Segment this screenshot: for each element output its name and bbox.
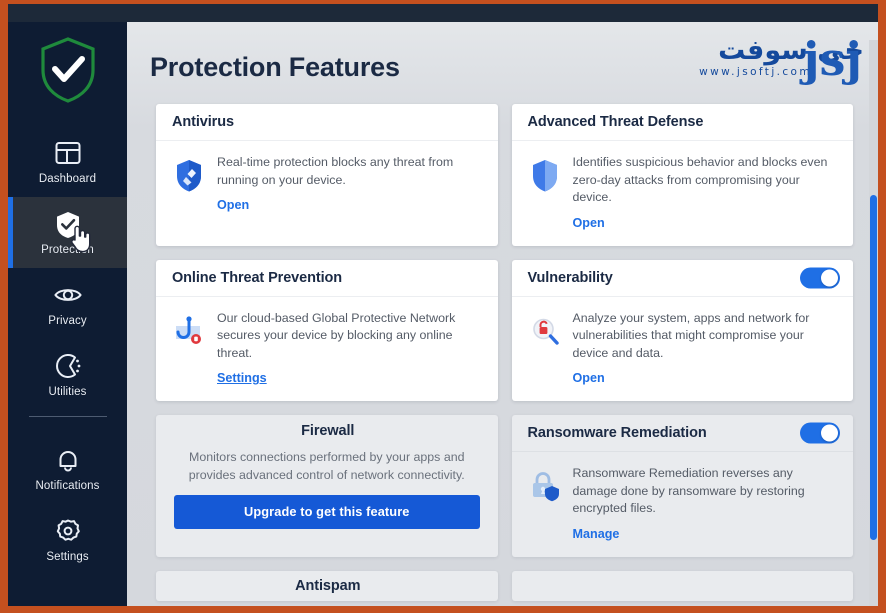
card-link-open[interactable]: Open bbox=[217, 198, 249, 212]
scrollbar-thumb[interactable] bbox=[870, 195, 877, 540]
eye-icon bbox=[53, 280, 83, 310]
card-antispam[interactable]: Antispam bbox=[156, 570, 498, 601]
brand-url: www.jsoftj.com bbox=[699, 66, 812, 78]
sidebar-item-settings[interactable]: Settings bbox=[8, 504, 127, 575]
card-link-settings[interactable]: Settings bbox=[217, 371, 267, 385]
main-content: Protection Features jsj جی سوفت www.jsof… bbox=[127, 22, 878, 606]
card-header: Firewall bbox=[156, 415, 498, 447]
card-text: Identifies suspicious behavior and block… bbox=[573, 154, 840, 232]
application-window: Dashboard Protection Privacy Utilities N… bbox=[8, 4, 878, 606]
shield-brush-icon bbox=[172, 156, 206, 196]
card-body: Ransomware Remediation reverses any dama… bbox=[512, 452, 854, 557]
card-row: Firewall Monitors connections performed … bbox=[156, 415, 853, 557]
card-description: Analyze your system, apps and network fo… bbox=[572, 310, 810, 360]
card-header: Vulnerability bbox=[511, 260, 853, 297]
card-title: Vulnerability bbox=[527, 269, 613, 286]
jsj-logo-mark: jsj bbox=[802, 32, 862, 86]
upgrade-button[interactable]: Upgrade to get this feature bbox=[174, 495, 480, 529]
card-description: Ransomware Remediation reverses any dama… bbox=[572, 466, 805, 515]
page-header: Protection Features jsj جی سوفت www.jsof… bbox=[127, 22, 878, 104]
page-title: Protection Features bbox=[150, 52, 400, 82]
card-text: Analyze your system, apps and network fo… bbox=[573, 310, 840, 388]
card-advanced-threat-defense[interactable]: Advanced Threat Defense Identifies suspi… bbox=[511, 104, 854, 246]
card-ransomware-remediation[interactable]: Ransomware Remediation Ransomware Remedi… bbox=[511, 415, 854, 557]
sidebar-item-label: Notifications bbox=[35, 480, 100, 492]
card-description: Monitors connections performed by your a… bbox=[188, 450, 465, 482]
card-row: Antivirus Real-time protection blocks an… bbox=[156, 104, 853, 246]
card-header: Ransomware Remediation bbox=[511, 415, 853, 452]
shield-icon bbox=[528, 156, 562, 196]
card-firewall[interactable]: Firewall Monitors connections performed … bbox=[156, 415, 498, 557]
sidebar-item-notifications[interactable]: Notifications bbox=[8, 433, 127, 504]
brand-watermark: jsj جی سوفت www.jsoftj.com bbox=[620, 34, 864, 96]
sidebar-item-protection[interactable]: Protection bbox=[8, 197, 127, 268]
card-description: Our cloud-based Global Protective Networ… bbox=[217, 310, 456, 360]
card-body: Analyze your system, apps and network fo… bbox=[512, 297, 854, 402]
fishing-hook-icon bbox=[172, 312, 206, 352]
card-row: Antispam bbox=[156, 570, 853, 601]
card-link-open[interactable]: Open bbox=[573, 371, 605, 385]
sidebar-item-label: Privacy bbox=[48, 315, 87, 327]
card-text: Real-time protection blocks any threat f… bbox=[217, 154, 484, 214]
vulnerability-toggle[interactable] bbox=[800, 267, 840, 288]
card-description: Real-time protection blocks any threat f… bbox=[217, 155, 454, 187]
card-header: Antivirus bbox=[156, 104, 498, 141]
sidebar-item-label: Dashboard bbox=[38, 173, 97, 185]
card-link-manage[interactable]: Manage bbox=[573, 527, 620, 541]
gear-icon bbox=[53, 516, 83, 546]
sidebar-item-privacy[interactable]: Privacy bbox=[8, 268, 127, 339]
card-description: Identifies suspicious behavior and block… bbox=[572, 155, 828, 204]
sidebar-item-utilities[interactable]: Utilities bbox=[8, 339, 127, 410]
card-title: Advanced Threat Defense bbox=[527, 114, 704, 130]
card-body: Identifies suspicious behavior and block… bbox=[512, 141, 854, 246]
card-body: Real-time protection blocks any threat f… bbox=[156, 141, 498, 228]
feature-card-grid: Antivirus Real-time protection blocks an… bbox=[127, 104, 878, 606]
sidebar-item-label: Protection bbox=[41, 244, 94, 256]
utilities-icon bbox=[53, 351, 83, 381]
card-body: Monitors connections performed by your a… bbox=[156, 447, 498, 544]
ransomware-toggle[interactable] bbox=[800, 422, 840, 444]
card-placeholder bbox=[511, 570, 853, 601]
dashboard-icon bbox=[53, 138, 83, 168]
card-title: Ransomware Remediation bbox=[527, 425, 707, 441]
card-title: Online Threat Prevention bbox=[172, 269, 343, 286]
sidebar-item-label: Settings bbox=[46, 551, 89, 563]
sidebar-divider bbox=[28, 416, 107, 417]
window-frame: Dashboard Protection Privacy Utilities N… bbox=[0, 0, 886, 613]
card-text: Ransomware Remediation reverses any dama… bbox=[573, 465, 840, 543]
bell-icon bbox=[53, 445, 83, 475]
card-header: Online Threat Prevention bbox=[156, 260, 498, 297]
card-text: Our cloud-based Global Protective Networ… bbox=[217, 310, 484, 388]
card-title: Antivirus bbox=[172, 114, 234, 130]
card-header: Antispam bbox=[156, 571, 498, 601]
card-header: Advanced Threat Defense bbox=[511, 104, 853, 141]
toggle-knob bbox=[821, 424, 838, 442]
padlock-shield-icon bbox=[528, 467, 562, 507]
toggle-knob bbox=[821, 269, 838, 286]
sidebar-item-dashboard[interactable]: Dashboard bbox=[8, 126, 127, 197]
title-bar bbox=[8, 4, 878, 22]
card-row: Online Threat Prevention Our cloud-based… bbox=[156, 259, 854, 402]
card-body: Our cloud-based Global Protective Networ… bbox=[156, 297, 498, 402]
card-link-open[interactable]: Open bbox=[573, 216, 605, 230]
card-title: Antispam bbox=[295, 577, 361, 594]
card-vulnerability[interactable]: Vulnerability Analyze your system, apps … bbox=[511, 259, 854, 402]
card-antivirus[interactable]: Antivirus Real-time protection blocks an… bbox=[156, 104, 498, 246]
sidebar: Dashboard Protection Privacy Utilities N… bbox=[8, 22, 127, 606]
card-online-threat-prevention[interactable]: Online Threat Prevention Our cloud-based… bbox=[156, 259, 498, 402]
sidebar-nav: Dashboard Protection Privacy Utilities N… bbox=[8, 126, 127, 575]
card-title: Firewall bbox=[301, 423, 355, 439]
magnifier-lock-icon bbox=[528, 312, 562, 352]
vertical-scrollbar[interactable] bbox=[869, 40, 878, 606]
green-shield-check-icon bbox=[38, 36, 98, 104]
sidebar-item-label: Utilities bbox=[48, 386, 87, 398]
shield-check-icon bbox=[53, 209, 83, 239]
